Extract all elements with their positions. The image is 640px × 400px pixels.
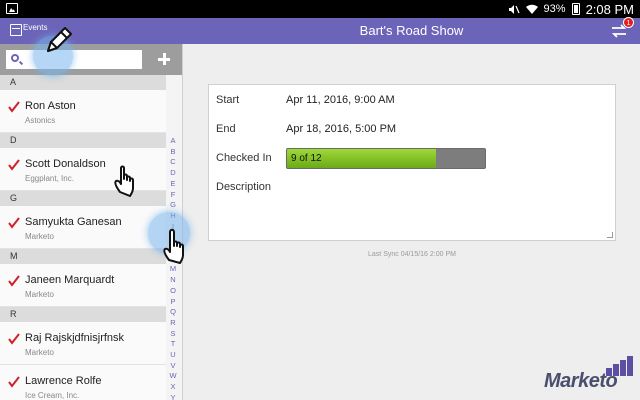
index-letter[interactable]: Q <box>170 307 176 318</box>
index-letter[interactable]: G <box>170 200 176 211</box>
list-item[interactable]: Lawrence Rolfe Ice Cream, Inc. <box>0 365 166 400</box>
checkmark-icon <box>8 376 20 388</box>
wifi-icon <box>525 4 538 14</box>
pencil-cursor-icon <box>47 27 72 52</box>
mute-icon <box>508 4 520 14</box>
battery-icon <box>571 3 580 15</box>
end-label: End <box>216 123 236 135</box>
contact-company: Marketo <box>25 290 54 299</box>
contact-company: Marketo <box>25 232 54 241</box>
index-letter[interactable]: V <box>170 361 175 372</box>
index-letter[interactable]: W <box>169 371 176 382</box>
section-header: D <box>0 133 166 148</box>
index-letter[interactable]: A <box>170 136 175 147</box>
index-letter[interactable]: P <box>170 297 175 308</box>
list-item[interactable]: Ron Aston Astonics <box>0 90 166 133</box>
alphabet-index[interactable]: ABCDEFGHIJKLMNOPQRSTUVWXYZ <box>166 136 180 400</box>
contact-name: Ron Aston <box>25 100 76 112</box>
calendar-icon <box>10 24 22 36</box>
event-detail-card: Start Apr 11, 2016, 9:00 AM End Apr 18, … <box>208 84 616 241</box>
marketo-logo: Marketo <box>544 356 636 396</box>
index-letter[interactable]: B <box>170 147 175 158</box>
list-item[interactable]: Samyukta Ganesan Marketo <box>0 206 166 249</box>
index-letter[interactable]: O <box>170 286 176 297</box>
contact-name: Samyukta Ganesan <box>25 216 122 228</box>
contact-name: Scott Donaldson <box>25 158 106 170</box>
checkmark-icon <box>8 217 20 229</box>
start-value: Apr 11, 2016, 9:00 AM <box>286 94 395 106</box>
contact-list: A Ron Aston Astonics D Scott Donaldson E… <box>0 75 166 400</box>
index-letter[interactable]: Y <box>170 393 175 400</box>
checked-in-label: Checked In <box>216 152 272 164</box>
app-screen: 93% 2:08 PM Events Bart's Road Show 1 A … <box>0 0 640 400</box>
add-contact-button[interactable] <box>153 48 175 70</box>
start-label: Start <box>216 94 240 106</box>
app-bar: Events Bart's Road Show 1 <box>0 17 640 44</box>
checkmark-icon <box>8 275 20 287</box>
hand-cursor-icon <box>114 165 134 197</box>
search-field[interactable] <box>6 50 142 69</box>
contact-company: Eggplant, Inc. <box>25 174 74 183</box>
gallery-notification-icon <box>6 3 18 14</box>
last-sync-text: Last Sync 04/15/16 2:00 PM <box>368 251 456 258</box>
hand-pointer-cursor-icon <box>163 228 184 264</box>
index-letter[interactable]: U <box>170 350 175 361</box>
index-letter[interactable]: R <box>170 318 175 329</box>
index-letter[interactable]: E <box>170 179 175 190</box>
contact-name: Raj Rajskjdfnisjrfnsk <box>25 332 125 344</box>
status-bar: 93% 2:08 PM <box>0 0 640 18</box>
section-header: R <box>0 307 166 322</box>
contact-company: Ice Cream, Inc. <box>25 391 80 400</box>
index-letter[interactable]: N <box>170 275 175 286</box>
index-letter[interactable]: T <box>171 339 176 350</box>
contact-name: Lawrence Rolfe <box>25 375 102 387</box>
events-button[interactable]: Events <box>10 22 47 40</box>
checkmark-icon <box>8 159 20 171</box>
contact-company: Astonics <box>25 116 56 125</box>
list-item[interactable]: Raj Rajskjdfnisjrfnsk Marketo <box>0 322 166 365</box>
checkmark-icon <box>8 333 20 345</box>
search-bar <box>0 44 182 75</box>
index-letter[interactable]: D <box>170 168 175 179</box>
description-label: Description <box>216 181 272 193</box>
checked-in-progress-bar: 9 of 12 <box>286 148 486 169</box>
event-title: Bart's Road Show <box>359 23 464 38</box>
index-letter[interactable]: S <box>170 329 175 340</box>
checked-in-count: 9 of 12 <box>291 153 322 164</box>
battery-percent: 93% <box>543 3 566 15</box>
index-letter[interactable]: M <box>170 264 176 275</box>
contact-name: Janeen Marquardt <box>25 274 115 286</box>
sync-button[interactable]: 1 <box>610 17 634 39</box>
sync-badge: 1 <box>623 17 634 28</box>
index-letter[interactable]: C <box>170 157 175 168</box>
section-header: A <box>0 75 166 90</box>
list-item[interactable]: Janeen Marquardt Marketo <box>0 264 166 307</box>
contact-company: Marketo <box>25 348 54 357</box>
index-letter[interactable]: X <box>170 382 175 393</box>
section-header: M <box>0 249 166 264</box>
index-letter[interactable]: F <box>171 190 176 201</box>
search-icon <box>11 54 19 62</box>
resize-handle-icon[interactable] <box>607 232 613 238</box>
end-value: Apr 18, 2016, 5:00 PM <box>286 123 397 135</box>
status-time: 2:08 PM <box>585 1 634 17</box>
logo-text: Marketo <box>544 370 618 392</box>
checkmark-icon <box>8 101 20 113</box>
